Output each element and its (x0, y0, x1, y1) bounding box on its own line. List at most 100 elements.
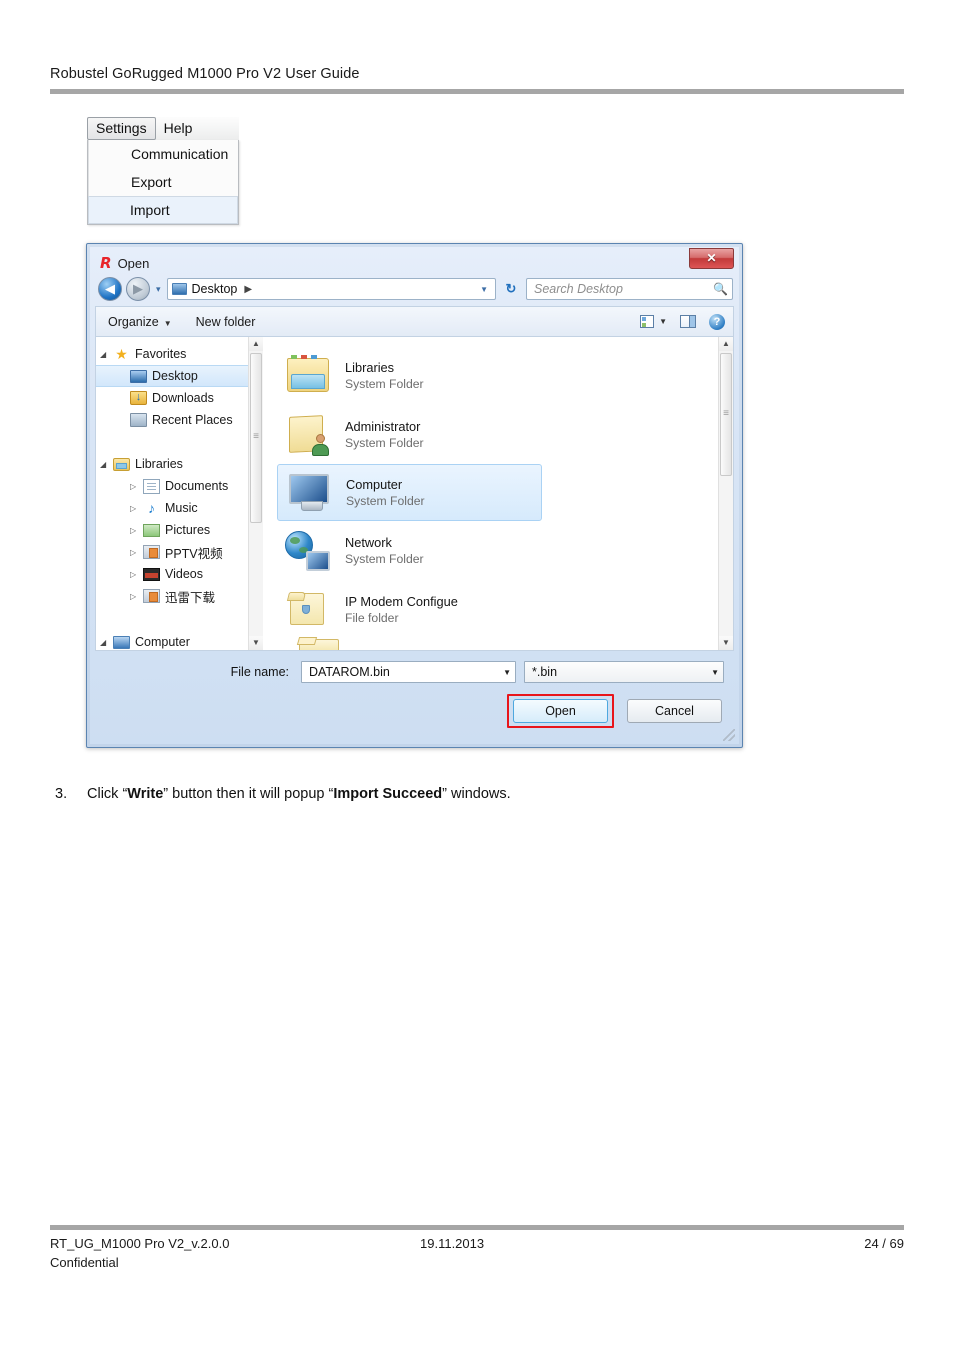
refresh-icon[interactable]: ↻ (500, 278, 522, 300)
tree-label: Libraries (135, 457, 183, 471)
settings-dropdown: Communication Export Import (87, 140, 239, 225)
help-icon[interactable]: ? (709, 313, 725, 330)
menu-item-export[interactable]: Export (88, 168, 238, 196)
breadcrumb-desktop[interactable]: Desktop (192, 282, 238, 296)
step-number: 3. (55, 786, 68, 802)
instruction-part1: Click “ (87, 786, 128, 802)
chevron-down-icon[interactable]: ▼ (480, 285, 492, 294)
tree-label: 迅雷下载 (165, 590, 216, 605)
file-type-filter-select[interactable]: *.bin ▼ (524, 661, 724, 683)
tree-item-documents[interactable]: ▷ Documents (96, 475, 248, 497)
scrollbar-thumb[interactable] (250, 353, 262, 523)
tree-item-libraries[interactable]: ◢ Libraries (96, 453, 248, 475)
computer-icon (113, 636, 130, 649)
tree-item-videos[interactable]: ▷ Videos (96, 563, 248, 585)
forward-button[interactable]: ▶ (126, 277, 150, 301)
menu-item-import[interactable]: Import (88, 196, 238, 224)
folder-icon (285, 588, 331, 632)
search-input[interactable]: Search Desktop 🔍 (526, 278, 733, 300)
tree-label: Favorites (135, 347, 187, 361)
thunder-icon (143, 589, 160, 603)
back-button[interactable]: ◀ (98, 277, 122, 301)
file-name: Administrator (345, 418, 421, 434)
footer-page-number: 24 / 69 (864, 1236, 904, 1251)
collapse-twisty-icon[interactable]: ▷ (130, 592, 143, 601)
file-row-computer[interactable]: Computer System Folder (277, 464, 542, 521)
file-row-administrator[interactable]: Administrator System Folder (277, 405, 718, 464)
star-icon: ★ (115, 345, 128, 362)
chevron-down-icon[interactable]: ▼ (699, 668, 719, 677)
dialog-title: Open (117, 256, 150, 271)
file-name-input[interactable]: DATAROM.bin ▼ (301, 661, 516, 683)
partial-folder-icon (296, 637, 339, 650)
open-file-dialog: R Open ✕ ◀ ▶ ▾ Desktop ▶ ▼ ↻ Search Desk… (86, 243, 743, 748)
search-placeholder: Search Desktop (534, 282, 623, 296)
chevron-down-icon[interactable]: ▼ (659, 317, 667, 326)
tree-item-computer[interactable]: ◢ Computer (96, 631, 248, 650)
collapse-twisty-icon[interactable]: ▷ (130, 482, 143, 491)
close-icon[interactable]: ✕ (689, 248, 734, 269)
file-row-network[interactable]: Network System Folder (277, 521, 718, 580)
history-dropdown-icon[interactable]: ▾ (154, 284, 163, 295)
open-button[interactable]: Open (513, 699, 608, 723)
page-title: Robustel GoRugged M1000 Pro V2 User Guid… (50, 66, 360, 82)
tree-item-recent-places[interactable]: Recent Places (96, 409, 248, 431)
tree-item-pictures[interactable]: ▷ Pictures (96, 519, 248, 541)
menu-item-communication[interactable]: Communication (88, 140, 238, 168)
tree-item-thunder-download[interactable]: ▷ 迅雷下载 (96, 585, 248, 607)
address-bar[interactable]: Desktop ▶ ▼ (166, 278, 496, 300)
menu-settings[interactable]: Settings (87, 117, 156, 140)
tree-item-desktop[interactable]: Desktop (96, 365, 248, 387)
tree-scrollbar[interactable]: ▲ ▼ (248, 337, 263, 650)
tree-item-music[interactable]: ▷ ♪ Music (96, 497, 248, 519)
tree-label: Recent Places (152, 413, 233, 427)
toolbar-right-icons: ▼ ? (640, 313, 725, 330)
open-button-annotation: Open (507, 694, 614, 728)
scroll-down-icon[interactable]: ▼ (719, 636, 733, 650)
file-row-libraries[interactable]: Libraries System Folder (277, 346, 718, 405)
footer-row: RT_UG_M1000 Pro V2_v.2.0.0 19.11.2013 24… (50, 1236, 904, 1251)
expand-twisty-icon[interactable]: ◢ (100, 350, 113, 359)
resize-grip-icon[interactable] (723, 729, 735, 741)
tree-item-favorites[interactable]: ◢ ★ Favorites (96, 343, 248, 365)
file-type: System Folder (345, 376, 424, 391)
scrollbar-thumb[interactable] (720, 353, 732, 476)
instruction-part2: ” button then it will popup “ (163, 786, 334, 802)
scroll-up-icon[interactable]: ▲ (249, 337, 263, 351)
libraries-folder-icon (285, 354, 331, 398)
tree-item-downloads[interactable]: Downloads (96, 387, 248, 409)
videos-icon (143, 568, 160, 581)
cancel-button[interactable]: Cancel (627, 699, 722, 723)
page-footer: RT_UG_M1000 Pro V2_v.2.0.0 19.11.2013 24… (50, 1225, 904, 1270)
collapse-twisty-icon[interactable]: ▷ (130, 526, 143, 535)
collapse-twisty-icon[interactable]: ▷ (130, 504, 143, 513)
footer-rule (50, 1225, 904, 1230)
back-arrow-icon: ◀ (105, 281, 115, 296)
tree-item-pptv[interactable]: ▷ PPTV视频 (96, 541, 248, 563)
recent-places-icon (130, 413, 147, 427)
menu-help[interactable]: Help (156, 117, 202, 140)
organize-button[interactable]: Organize ▼ (108, 315, 172, 329)
preview-pane-icon[interactable] (680, 315, 696, 328)
file-type-filter-value: *.bin (532, 665, 558, 679)
collapse-twisty-icon[interactable]: ▷ (130, 548, 143, 557)
chevron-down-icon[interactable]: ▼ (491, 668, 511, 677)
file-name-value: DATAROM.bin (309, 665, 390, 679)
file-type: System Folder (345, 551, 424, 566)
view-mode-icon[interactable] (640, 315, 655, 328)
dialog-footer: File name: DATAROM.bin ▼ *.bin ▼ Open Ca… (95, 651, 734, 728)
file-name: IP Modem Configue (345, 593, 458, 609)
pictures-icon (143, 524, 160, 537)
expand-twisty-icon[interactable]: ◢ (100, 460, 113, 469)
tree-label: Desktop (152, 369, 198, 383)
scroll-down-icon[interactable]: ▼ (249, 636, 263, 650)
instruction-step-3: 3. Click “Write” button then it will pop… (55, 786, 755, 802)
scroll-up-icon[interactable]: ▲ (719, 337, 733, 351)
file-list-scrollbar[interactable]: ▲ ▼ (718, 337, 733, 650)
collapse-twisty-icon[interactable]: ▷ (130, 570, 143, 579)
file-row-ip-modem-configue[interactable]: IP Modem Configue File folder (277, 580, 718, 639)
new-folder-button[interactable]: New folder (196, 315, 256, 329)
expand-twisty-icon[interactable]: ◢ (100, 638, 113, 647)
dialog-titlebar: R Open ✕ (90, 247, 739, 275)
page-header: Robustel GoRugged M1000 Pro V2 User Guid… (50, 66, 904, 94)
